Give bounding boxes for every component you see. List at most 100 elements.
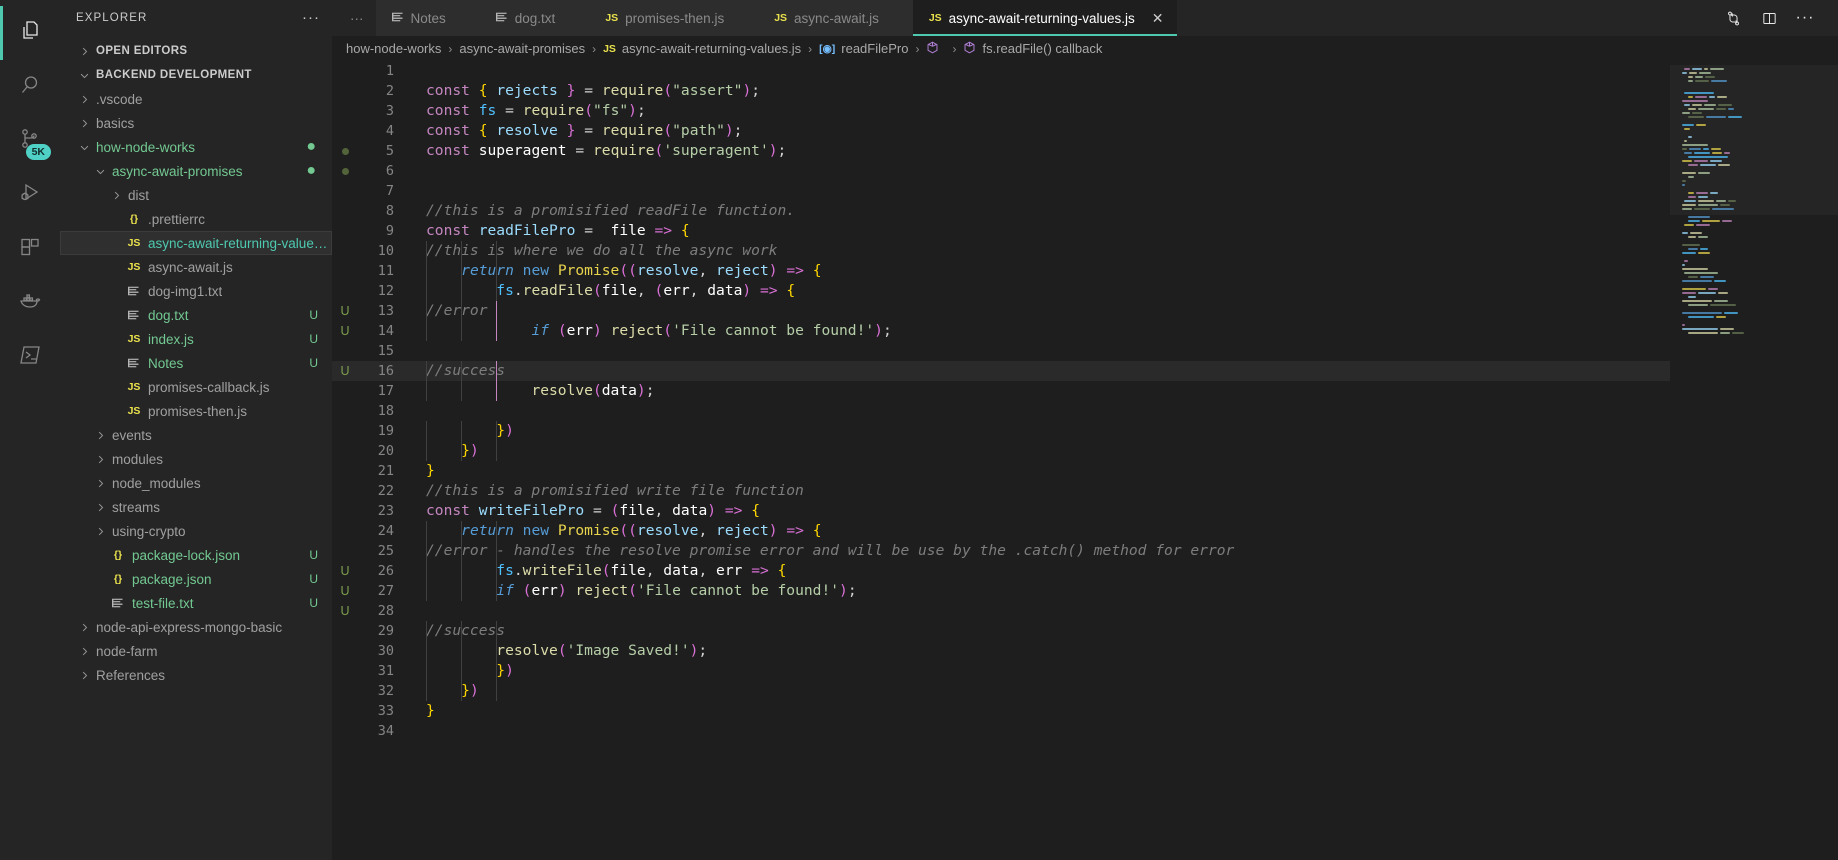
code-text[interactable]: const { resolve } = require("path"); [402,121,1670,141]
breadcrumb-item-async-await-returning-values-js[interactable]: JS async-await-returning-values.js [603,41,801,56]
code-text[interactable]: //this is a promisified readFile functio… [402,201,1670,221]
code-text[interactable]: }) [402,421,1670,441]
code-text[interactable]: resolve('Image Saved!'); [402,641,1670,661]
code-text[interactable]: } [402,461,1670,481]
code-line[interactable]: 6 [332,161,1670,181]
tab-async-await-returning-values-js[interactable]: JS async-await-returning-values.js ✕ [912,0,1178,36]
tree-folder-async-await-promises[interactable]: async-await-promises ● [60,159,332,183]
code-text[interactable]: fs.writeFile(file, data, err => { [402,561,1670,581]
tree-folder-streams[interactable]: streams [60,495,332,519]
code-text[interactable]: return new Promise((resolve, reject) => … [402,521,1670,541]
tab-notes[interactable]: Notes [375,0,480,36]
tree-folder-how-node-works[interactable]: how-node-works ● [60,135,332,159]
activity-item-docker[interactable] [0,276,60,330]
code-text[interactable]: const superagent = require('superagent')… [402,141,1670,161]
close-icon[interactable]: ✕ [1152,11,1164,25]
code-line[interactable]: 31 }) [332,661,1670,681]
tree-file-async-await-returning-values-js[interactable]: JS async-await-returning-values.js [60,231,332,255]
code-text[interactable]: const readFilePro = file => { [402,221,1670,241]
tree-folder-references[interactable]: References [60,663,332,687]
tree-file-index-js[interactable]: JS index.js U [60,327,332,351]
breadcrumb-item-how-node-works[interactable]: how-node-works [346,41,441,56]
code-content[interactable]: 1 2 const { rejects } = require("assert");… [332,61,1670,860]
code-text[interactable]: const fs = require("fs"); [402,101,1670,121]
split-editor-icon[interactable] [1752,0,1786,36]
tree-file-package-lock-json[interactable]: {} package-lock.json U [60,543,332,567]
code-line[interactable]: 29 //success [332,621,1670,641]
tree-file-test-file-txt[interactable]: test-file.txt U [60,591,332,615]
tree-file-promises-then-js[interactable]: JS promises-then.js [60,399,332,423]
tree-folder-node-modules[interactable]: node_modules [60,471,332,495]
file-tree[interactable]: OPEN EDITORS BACKEND DEVELOPMENT .vscode ba… [60,36,332,860]
code-text[interactable]: return new Promise((resolve, reject) => … [402,261,1670,281]
sidebar-more-icon[interactable]: ··· [302,10,320,25]
code-line[interactable]: 32 }) [332,681,1670,701]
tree-file-dog-img1-txt[interactable]: dog-img1.txt [60,279,332,303]
tree-file-async-await-js[interactable]: JS async-await.js [60,255,332,279]
code-text[interactable]: fs.readFile(file, (err, data) => { [402,281,1670,301]
code-line[interactable]: U 27 if (err) reject('File cannot be foun… [332,581,1670,601]
more-actions-icon[interactable]: ··· [1788,0,1822,36]
split-compare-icon[interactable] [1716,0,1750,36]
tree-folder-events[interactable]: events [60,423,332,447]
code-line[interactable]: 3 const fs = require("fs"); [332,101,1670,121]
code-line[interactable]: 33} [332,701,1670,721]
code-text[interactable]: }) [402,661,1670,681]
code-line[interactable]: 24 return new Promise((resolve, reject) … [332,521,1670,541]
minimap[interactable] [1670,61,1838,860]
tree-folder-using-crypto[interactable]: using-crypto [60,519,332,543]
tree-file-dog-txt[interactable]: dog.txt U [60,303,332,327]
code-line[interactable]: 34 [332,721,1670,741]
tree-file-prettierrc[interactable]: {} .prettierrc [60,207,332,231]
tree-file-notes[interactable]: Notes U [60,351,332,375]
code-line[interactable]: 20 }) [332,441,1670,461]
code-line[interactable]: U 28 [332,601,1670,621]
tab-overflow-icon[interactable]: ··· [332,0,376,36]
tree-folder-basics[interactable]: basics [60,111,332,135]
tree-folder-node-api-express-mongo-basic[interactable]: node-api-express-mongo-basic [60,615,332,639]
code-line[interactable]: 12 fs.readFile(file, (err, data) => { [332,281,1670,301]
code-line[interactable]: 11 return new Promise((resolve, reject) … [332,261,1670,281]
code-line[interactable]: 1 [332,61,1670,81]
code-line[interactable]: 19 }) [332,421,1670,441]
code-text[interactable]: //error - handles the resolve promise er… [402,541,1670,561]
code-line[interactable]: 9 const readFilePro = file => { [332,221,1670,241]
sidebar-section-open-editors[interactable]: OPEN EDITORS [60,39,332,63]
breadcrumb-item-function[interactable] [926,41,945,57]
code-line[interactable]: U 16 //success [332,361,1670,381]
code-line[interactable]: 8 //this is a promisified readFile functi… [332,201,1670,221]
code-line[interactable]: 10 //this is where we do all the async wo… [332,241,1670,261]
code-line[interactable]: 5 const superagent = require('superagent'… [332,141,1670,161]
code-line[interactable]: 18 [332,401,1670,421]
code-line[interactable]: 15 [332,341,1670,361]
activity-item-run-and-debug[interactable] [0,168,60,222]
activity-item-search[interactable] [0,60,60,114]
code-text[interactable]: } [402,701,1670,721]
activity-item-terminal[interactable] [0,330,60,384]
activity-item-explorer[interactable] [0,6,60,60]
sidebar-section-backend-development[interactable]: BACKEND DEVELOPMENT [60,63,332,87]
tree-folder-dist[interactable]: dist [60,183,332,207]
code-text[interactable]: //error [402,301,1670,321]
tree-file-package-json[interactable]: {} package.json U [60,567,332,591]
code-text[interactable]: resolve(data); [402,381,1670,401]
tab-dog-txt[interactable]: dog.txt [479,0,590,36]
tree-folder-modules[interactable]: modules [60,447,332,471]
tree-folder-vscode[interactable]: .vscode [60,87,332,111]
code-line[interactable]: 17 resolve(data); [332,381,1670,401]
activity-item-extensions[interactable] [0,222,60,276]
code-text[interactable]: //this is where we do all the async work [402,241,1670,261]
code-line[interactable]: 7 [332,181,1670,201]
code-text[interactable]: //success [402,621,1670,641]
code-line[interactable]: U 14 if (err) reject('File cannot be foun… [332,321,1670,341]
code-text[interactable]: //this is a promisified write file funct… [402,481,1670,501]
code-text[interactable]: }) [402,441,1670,461]
breadcrumb[interactable]: how-node-works › async-await-promises › JS as… [332,36,1838,61]
code-text[interactable]: if (err) reject('File cannot be found!')… [402,321,1670,341]
tab-async-await-js[interactable]: JS async-await.js [758,0,913,36]
code-line[interactable]: 4 const { resolve } = require("path"); [332,121,1670,141]
code-editor[interactable]: 1 2 const { rejects } = require("assert");… [332,61,1838,860]
activity-item-source-control[interactable]: 5K [0,114,60,168]
code-line[interactable]: U 13 //error [332,301,1670,321]
code-line[interactable]: 23 const writeFilePro = (file, data) => { [332,501,1670,521]
